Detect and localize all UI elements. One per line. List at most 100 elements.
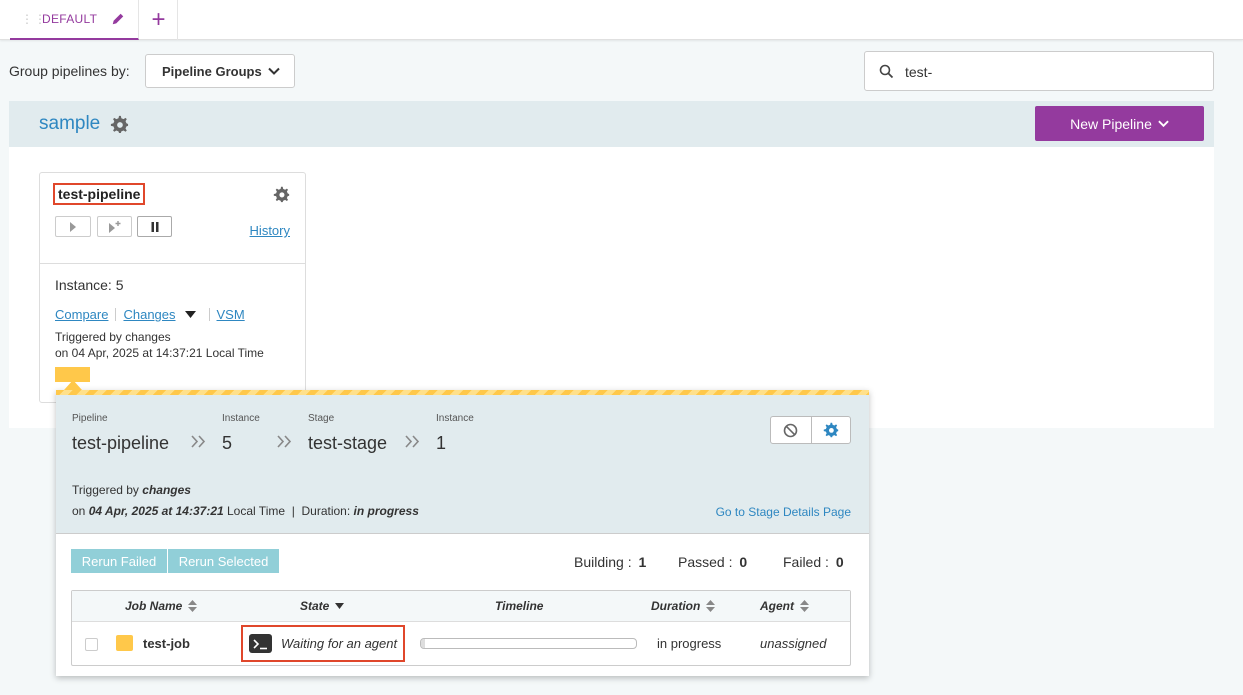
tab-label: DEFAULT: [42, 12, 98, 26]
stage-settings-button[interactable]: [810, 417, 851, 443]
job-duration: in progress: [657, 636, 722, 651]
duration-prefix: Duration:: [301, 504, 354, 518]
chevron-down-icon: [1158, 120, 1169, 128]
search-input[interactable]: [905, 62, 1195, 82]
search-icon: [879, 64, 894, 79]
passed-count: Passed : 0: [678, 554, 747, 570]
pipeline-group-name[interactable]: sample: [39, 113, 100, 135]
crumb-stage: Stage test-stage: [308, 413, 387, 454]
link-separator: [208, 308, 210, 321]
crumb-label: Instance: [222, 413, 260, 424]
timeline-header: Timeline: [495, 599, 543, 613]
job-timeline-bar: [420, 638, 637, 649]
play-with-options-icon: [108, 220, 120, 233]
drag-handle-icon[interactable]: ⋮⋮: [21, 13, 46, 25]
stage-triggered-by: Triggered by changes: [72, 483, 191, 497]
crumb-value: 1: [436, 433, 447, 453]
group-by-value: Pipeline Groups: [162, 63, 262, 79]
rerun-selected-button[interactable]: Rerun Selected: [168, 549, 279, 573]
triggered-prefix: Triggered by: [72, 483, 143, 497]
terminal-icon[interactable]: [249, 634, 272, 653]
pipeline-name: test-pipeline: [53, 183, 146, 205]
header-label: Timeline: [495, 599, 544, 613]
sort-icon: [706, 600, 716, 612]
duration-header[interactable]: Duration: [651, 599, 716, 613]
gear-icon[interactable]: [273, 186, 290, 203]
group-by-select[interactable]: Pipeline Groups: [145, 54, 295, 88]
stage-overview-popup: Pipeline test-pipeline Instance 5 Stage …: [56, 380, 869, 676]
crumb-label: Instance: [436, 413, 474, 424]
agent-header[interactable]: Agent: [760, 599, 809, 613]
building-label: Building :: [574, 554, 632, 570]
instance-links: Compare Changes VSM: [55, 307, 245, 322]
stage-details-link[interactable]: Go to Stage Details Page: [716, 505, 851, 519]
job-name[interactable]: test-job: [143, 636, 190, 651]
on-prefix: on: [72, 504, 89, 518]
pencil-icon[interactable]: [111, 12, 125, 26]
crumb-pipeline: Pipeline test-pipeline: [72, 413, 169, 454]
add-tab-button[interactable]: +: [140, 0, 178, 40]
timeline-progress: [421, 639, 426, 648]
caret-down-icon[interactable]: [184, 311, 196, 318]
sort-icon: [188, 600, 198, 612]
trigger-pipeline-button[interactable]: [55, 216, 91, 237]
crumb-stage-instance: Instance 1: [436, 413, 474, 454]
rerun-failed-button[interactable]: Rerun Failed: [71, 549, 167, 573]
job-status-icon: [116, 635, 133, 651]
pause-pipeline-button[interactable]: [137, 216, 172, 237]
pipeline-instance-label: Instance: 5: [55, 277, 124, 293]
failed-count: Failed : 0: [783, 554, 844, 570]
group-by-label: Group pipelines by:: [9, 63, 130, 79]
history-link[interactable]: History: [250, 223, 290, 238]
crumb-value: 5: [222, 433, 233, 453]
passed-label: Passed :: [678, 554, 733, 570]
pipeline-card: test-pipeline History Instance: 5 Compar…: [39, 172, 306, 403]
cancel-stage-button[interactable]: [771, 417, 811, 443]
dashboard-tab-bar: ⋮⋮ DEFAULT +: [0, 0, 1243, 40]
compare-link[interactable]: Compare: [55, 307, 108, 322]
separator: |: [285, 504, 302, 518]
crumb-value: test-stage: [308, 433, 388, 453]
search-box: [864, 51, 1214, 91]
play-icon: [70, 221, 76, 232]
tab-default[interactable]: ⋮⋮ DEFAULT: [10, 0, 139, 40]
card-divider: [40, 263, 305, 264]
jobs-table-header: Job Name State Timeline Duration Agent: [72, 591, 850, 622]
job-agent: unassigned: [760, 636, 827, 651]
stage-triggered-on: on 04 Apr, 2025 at 14:37:21 Local Time |…: [72, 504, 419, 518]
failed-value: 0: [835, 554, 844, 570]
sort-icon: [800, 600, 809, 612]
failed-label: Failed :: [783, 554, 829, 570]
duration-value: in progress: [353, 504, 419, 518]
header-label: Agent: [760, 599, 794, 613]
crumb-value: test-pipeline: [72, 433, 170, 453]
gear-icon[interactable]: [110, 115, 129, 134]
vsm-link[interactable]: VSM: [217, 307, 245, 322]
job-checkbox[interactable]: [85, 638, 98, 651]
crumb-label: Stage: [308, 413, 335, 424]
jobs-table: Job Name State Timeline Duration Agent t…: [71, 590, 851, 666]
stage-overview-header: Pipeline test-pipeline Instance 5 Stage …: [56, 395, 869, 534]
link-separator: [115, 308, 117, 321]
double-chevron-icon: [405, 435, 420, 448]
popup-pointer: [64, 380, 82, 390]
state-header[interactable]: State: [300, 599, 345, 613]
triggered-date: 04 Apr, 2025 at 14:37:21: [88, 504, 224, 518]
crumb-pipeline-instance: Instance 5: [222, 413, 260, 454]
local-time-text: Local Time: [223, 504, 286, 518]
pipeline-group-header: sample New Pipeline: [9, 101, 1214, 147]
trigger-with-options-button[interactable]: [97, 216, 132, 237]
stage-actions: [770, 416, 851, 444]
header-label: State: [300, 599, 330, 613]
gear-icon: [823, 422, 838, 438]
job-name-header[interactable]: Job Name: [125, 599, 198, 613]
building-count: Building : 1: [574, 554, 646, 570]
triggered-on-text: on 04 Apr, 2025 at 14:37:21 Local Time: [55, 346, 264, 360]
table-row: test-job Waiting for an agent in progres…: [72, 623, 850, 665]
header-label: Duration: [651, 599, 701, 613]
job-state: Waiting for an agent: [241, 625, 405, 662]
changes-link[interactable]: Changes: [123, 307, 175, 322]
cancel-icon: [783, 423, 798, 437]
new-pipeline-button[interactable]: New Pipeline: [1035, 106, 1204, 141]
triggered-by-text: Triggered by changes: [55, 330, 171, 344]
